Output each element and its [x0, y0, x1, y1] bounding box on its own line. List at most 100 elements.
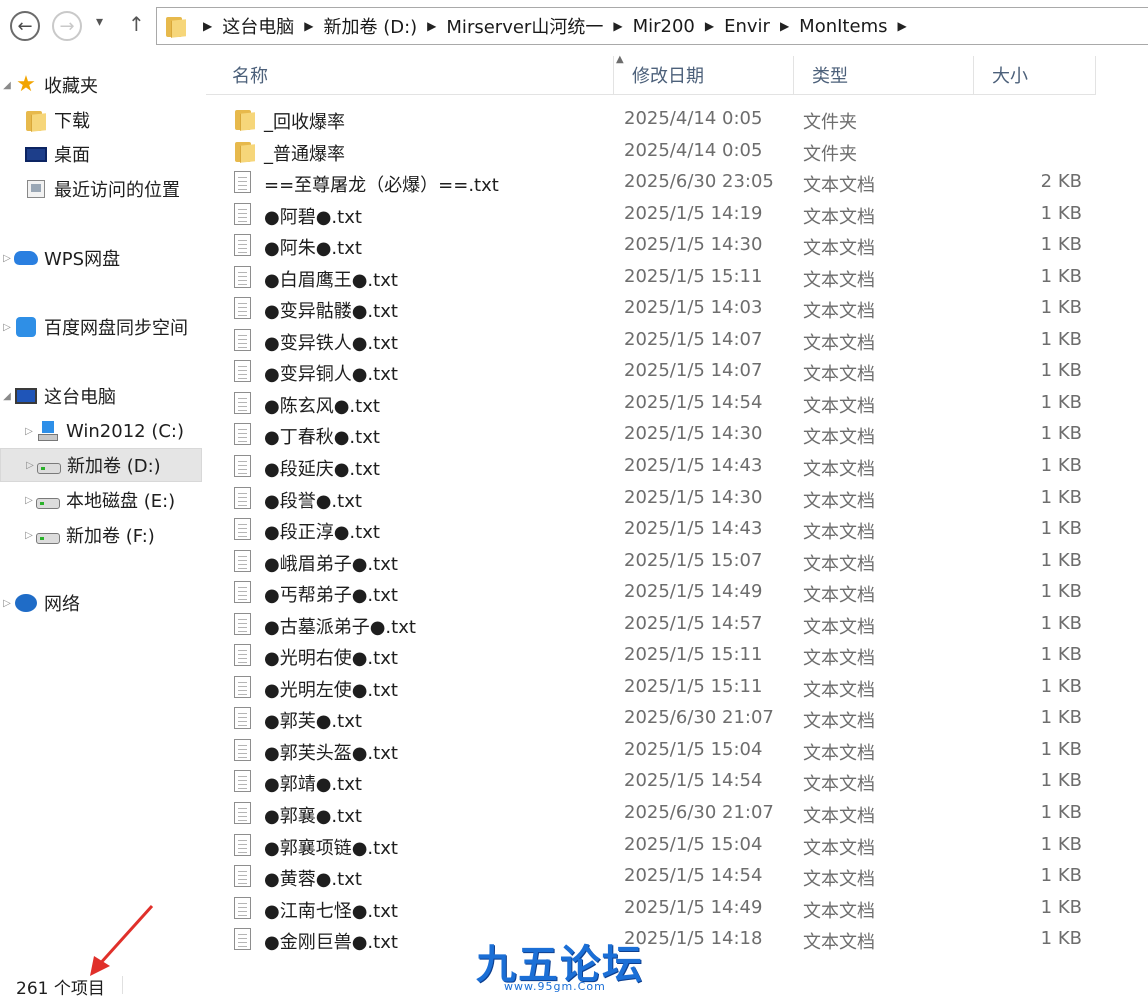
breadcrumb-separator-icon[interactable]: ▶: [780, 19, 789, 33]
text-file-icon: [234, 455, 251, 478]
sidebar-item-label: 收藏夹: [44, 76, 98, 97]
folder-row[interactable]: _回收爆率 2025/4/14 0:05 文件夹: [206, 104, 1096, 136]
file-row[interactable]: ●阿碧●.txt 2025/1/5 14:19 文本文档 1 KB: [206, 199, 1096, 231]
file-row[interactable]: ●郭襄项链●.txt 2025/1/5 15:04 文本文档 1 KB: [206, 830, 1096, 862]
sidebar-item-downloads[interactable]: 下载: [24, 103, 202, 137]
breadcrumb-separator-icon[interactable]: ▶: [705, 19, 714, 33]
file-row[interactable]: ●段延庆●.txt 2025/1/5 14:43 文本文档 1 KB: [206, 451, 1096, 483]
file-row[interactable]: ●郭襄●.txt 2025/6/30 21:07 文本文档 1 KB: [206, 798, 1096, 830]
column-header-size[interactable]: 大小: [974, 56, 1096, 94]
text-file-icon: [234, 297, 251, 320]
breadcrumb-item[interactable]: 这台电脑: [222, 13, 294, 39]
breadcrumb-item[interactable]: Mirserver山河统一: [446, 13, 603, 39]
file-row[interactable]: ●郭芙头盔●.txt 2025/1/5 15:04 文本文档 1 KB: [206, 735, 1096, 767]
file-row[interactable]: ●段正淳●.txt 2025/1/5 14:43 文本文档 1 KB: [206, 514, 1096, 546]
file-row[interactable]: ●郭芙●.txt 2025/6/30 21:07 文本文档 1 KB: [206, 703, 1096, 735]
sidebar-item-recent-places[interactable]: 最近访问的位置: [24, 172, 202, 206]
folder-row[interactable]: _普通爆率 2025/4/14 0:05 文件夹: [206, 136, 1096, 168]
forward-arrow-icon: →: [59, 15, 75, 37]
text-file-icon: [234, 202, 251, 225]
file-row[interactable]: ●变异铜人●.txt 2025/1/5 14:07 文本文档 1 KB: [206, 356, 1096, 388]
file-size: 1 KB: [1040, 549, 1082, 571]
file-row[interactable]: ●古墓派弟子●.txt 2025/1/5 14:57 文本文档 1 KB: [206, 609, 1096, 641]
file-size: 1 KB: [1040, 328, 1082, 350]
expanded-chevron-icon[interactable]: ◢: [0, 80, 14, 91]
sidebar-item-favorites[interactable]: ◢ ★ 收藏夹: [0, 68, 202, 102]
modified-date: 2025/1/5 14:57: [624, 612, 763, 634]
modified-date: 2025/1/5 14:43: [624, 518, 763, 540]
column-header-name[interactable]: 名称: [206, 56, 614, 94]
file-size: 1 KB: [1040, 265, 1082, 287]
breadcrumb-separator-icon[interactable]: ▶: [897, 19, 906, 33]
drive-icon: [36, 532, 60, 544]
sidebar-item-drive-d[interactable]: ▷ 新加卷 (D:): [0, 448, 202, 482]
file-row[interactable]: ●江南七怪●.txt 2025/1/5 14:49 文本文档 1 KB: [206, 893, 1096, 925]
sidebar-item-drive-f[interactable]: ▷ 新加卷 (F:): [22, 518, 202, 552]
collapsed-chevron-icon[interactable]: ▷: [22, 495, 36, 506]
file-type: 文本文档: [803, 175, 875, 197]
breadcrumb-separator-icon[interactable]: ▶: [613, 19, 622, 33]
breadcrumb-item[interactable]: Envir: [724, 16, 770, 37]
file-size: 1 KB: [1040, 391, 1082, 413]
sidebar-item-label: 新加卷 (D:): [67, 456, 161, 477]
file-name: ●段延庆●.txt: [264, 459, 380, 481]
sidebar-item-label: 新加卷 (F:): [66, 526, 155, 547]
up-button[interactable]: ↑: [128, 12, 145, 36]
text-file-icon: [234, 328, 251, 351]
modified-date: 2025/1/5 14:30: [624, 423, 763, 445]
recent-places-icon: [27, 180, 45, 198]
file-row[interactable]: ●光明右使●.txt 2025/1/5 15:11 文本文档 1 KB: [206, 640, 1096, 672]
file-row[interactable]: ●阿朱●.txt 2025/1/5 14:30 文本文档 1 KB: [206, 230, 1096, 262]
file-name: ●郭芙头盔●.txt: [264, 742, 398, 764]
baidu-netdisk-icon: [16, 317, 36, 337]
file-row[interactable]: ●峨眉弟子●.txt 2025/1/5 15:07 文本文档 1 KB: [206, 546, 1096, 578]
expanded-chevron-icon[interactable]: ◢: [0, 391, 14, 402]
up-arrow-icon: ↑: [128, 12, 145, 36]
back-button[interactable]: ←: [10, 11, 40, 41]
drive-icon: [37, 462, 61, 474]
column-header-type[interactable]: 类型: [794, 56, 974, 94]
breadcrumb: ▶ 这台电脑 ▶ 新加卷 (D:) ▶ Mirserver山河统一 ▶ Mir200 ▶ Envi…: [193, 13, 917, 39]
breadcrumb-item[interactable]: Mir200: [633, 16, 695, 37]
recent-locations-dropdown[interactable]: ▾: [96, 14, 103, 30]
file-type: 文本文档: [803, 711, 875, 733]
column-header-date[interactable]: 修改日期: [614, 56, 794, 94]
file-size: 1 KB: [1040, 455, 1082, 477]
file-row[interactable]: ●丐帮弟子●.txt 2025/1/5 14:49 文本文档 1 KB: [206, 577, 1096, 609]
modified-date: 2025/1/5 14:07: [624, 328, 763, 350]
address-bar[interactable]: ▶ 这台电脑 ▶ 新加卷 (D:) ▶ Mirserver山河统一 ▶ Mir200 ▶ Envi…: [156, 7, 1148, 45]
text-file-icon: [234, 865, 251, 888]
breadcrumb-item[interactable]: 新加卷 (D:): [323, 13, 417, 39]
file-row[interactable]: ●光明左使●.txt 2025/1/5 15:11 文本文档 1 KB: [206, 672, 1096, 704]
breadcrumb-item[interactable]: MonItems: [799, 16, 887, 37]
collapsed-chevron-icon[interactable]: ▷: [0, 598, 14, 609]
breadcrumb-separator-icon[interactable]: ▶: [203, 19, 212, 33]
sidebar-item-network[interactable]: ▷ 网络: [0, 586, 202, 620]
folder-icon: [165, 15, 187, 37]
file-row[interactable]: ●白眉鹰王●.txt 2025/1/5 15:11 文本文档 1 KB: [206, 262, 1096, 294]
file-row[interactable]: ●变异铁人●.txt 2025/1/5 14:07 文本文档 1 KB: [206, 325, 1096, 357]
file-row[interactable]: ●段誉●.txt 2025/1/5 14:30 文本文档 1 KB: [206, 483, 1096, 515]
file-row[interactable]: ●郭靖●.txt 2025/1/5 14:54 文本文档 1 KB: [206, 766, 1096, 798]
file-row[interactable]: ●陈玄风●.txt 2025/1/5 14:54 文本文档 1 KB: [206, 388, 1096, 420]
collapsed-chevron-icon[interactable]: ▷: [0, 253, 14, 264]
sidebar-item-drive-c[interactable]: ▷ Win2012 (C:): [22, 414, 202, 448]
file-name: ●郭芙●.txt: [264, 711, 362, 733]
collapsed-chevron-icon[interactable]: ▷: [23, 460, 37, 471]
file-row[interactable]: ==至尊屠龙（必爆）==.txt 2025/6/30 23:05 文本文档 2 KB: [206, 167, 1096, 199]
sidebar-item-this-pc[interactable]: ◢ 这台电脑: [0, 379, 202, 413]
file-row[interactable]: ●丁春秋●.txt 2025/1/5 14:30 文本文档 1 KB: [206, 419, 1096, 451]
sidebar-item-baidu-netdisk[interactable]: ▷ 百度网盘同步空间: [0, 310, 202, 344]
breadcrumb-separator-icon[interactable]: ▶: [427, 19, 436, 33]
file-row[interactable]: ●变异骷髅●.txt 2025/1/5 14:03 文本文档 1 KB: [206, 293, 1096, 325]
text-file-icon: [234, 770, 251, 793]
sidebar-item-wps-cloud[interactable]: ▷ WPS网盘: [0, 241, 202, 275]
collapsed-chevron-icon[interactable]: ▷: [0, 322, 14, 333]
collapsed-chevron-icon[interactable]: ▷: [22, 426, 36, 437]
sidebar-item-desktop[interactable]: 桌面: [24, 137, 202, 171]
collapsed-chevron-icon[interactable]: ▷: [22, 530, 36, 541]
breadcrumb-separator-icon[interactable]: ▶: [304, 19, 313, 33]
sidebar-item-drive-e[interactable]: ▷ 本地磁盘 (E:): [22, 483, 202, 517]
forward-button[interactable]: →: [52, 11, 82, 41]
file-row[interactable]: ●黄蓉●.txt 2025/1/5 14:54 文本文档 1 KB: [206, 861, 1096, 893]
